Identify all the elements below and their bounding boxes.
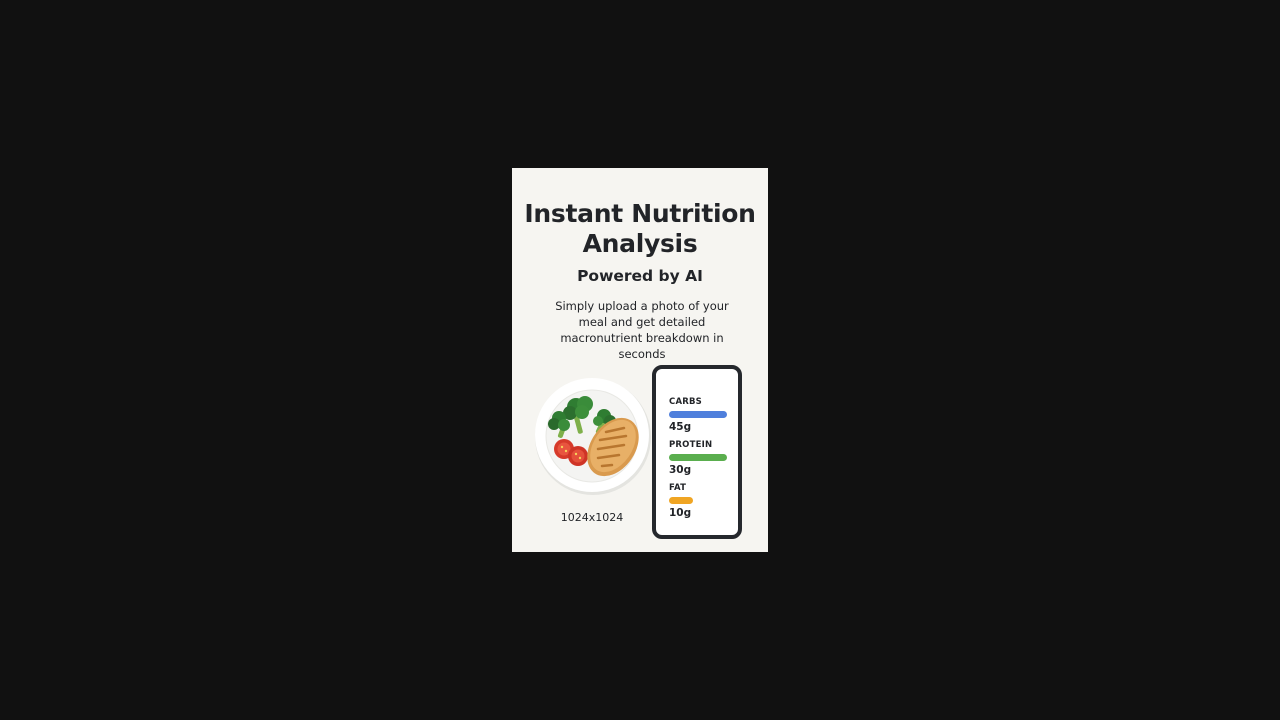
macro-value: 45g	[669, 421, 692, 433]
macro-protein: PROTEIN 30g	[669, 440, 727, 477]
macro-fat: FAT 10g	[669, 483, 693, 520]
macro-value: 10g	[669, 507, 692, 519]
macro-label: PROTEIN	[669, 440, 713, 450]
description: Simply upload a photo of your meal and g…	[555, 299, 729, 361]
macro-label: FAT	[669, 483, 687, 493]
macro-bar	[669, 497, 693, 504]
page-title: Instant Nutrition Analysis	[524, 199, 756, 258]
image-resolution-label: 1024x1024	[560, 511, 624, 524]
macro-label: CARBS	[669, 397, 702, 407]
subtitle: Powered by AI	[577, 267, 703, 285]
macro-bar	[669, 411, 727, 418]
promo-card: Instant Nutrition Analysis Powered by AI…	[512, 168, 768, 552]
meal-plate-icon	[532, 376, 654, 498]
macro-carbs: CARBS 45g	[669, 397, 727, 434]
macro-bar	[669, 454, 727, 461]
phone-frame: CARBS 45g PROTEIN 30g FAT 10g	[652, 365, 742, 539]
macro-value: 30g	[669, 464, 692, 476]
